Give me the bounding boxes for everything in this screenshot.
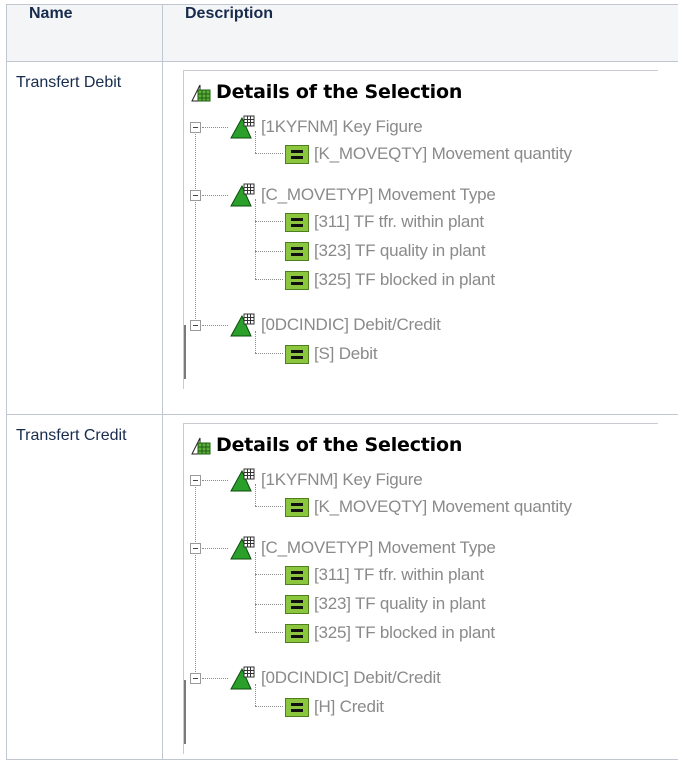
tree-node-characteristic[interactable]: [1KYFNM] Key Figure bbox=[230, 114, 423, 140]
tree-node-label: [325] TF blocked in plant bbox=[314, 623, 495, 643]
tree-node-label: [1KYFNM] Key Figure bbox=[261, 470, 423, 490]
tree-node-value[interactable]: [311] TF tfr. within plant bbox=[285, 209, 484, 235]
tree-node-value[interactable]: [K_MOVEQTY] Movement quantity bbox=[285, 494, 572, 520]
equals-icon bbox=[285, 271, 309, 290]
collapse-toggle[interactable] bbox=[190, 543, 201, 554]
selection-details-panel: Details of the Selection bbox=[183, 70, 658, 389]
selection-details-icon bbox=[190, 434, 212, 456]
tree-connector bbox=[255, 199, 256, 279]
tree-connector bbox=[202, 548, 228, 549]
table-row: Transfert Debit Details of the Selection bbox=[7, 62, 678, 415]
tree-node-value[interactable]: [323] TF quality in plant bbox=[285, 591, 485, 617]
tree-node-label: [S] Debit bbox=[314, 344, 377, 364]
tree-node-label: [0DCINDIC] Debit/Credit bbox=[261, 668, 441, 688]
equals-icon bbox=[285, 145, 309, 164]
tree-node-label: [325] TF blocked in plant bbox=[314, 270, 495, 290]
panel-title: Details of the Selection bbox=[190, 79, 462, 105]
tree-connector bbox=[195, 480, 196, 676]
triangle-grid-icon bbox=[230, 313, 256, 337]
tree-connector bbox=[255, 279, 283, 280]
tree-connector bbox=[255, 706, 283, 707]
triangle-grid-icon bbox=[230, 468, 256, 492]
tree-connector bbox=[202, 127, 228, 128]
tree-node-value[interactable]: [325] TF blocked in plant bbox=[285, 620, 495, 646]
tree-node-characteristic[interactable]: [1KYFNM] Key Figure bbox=[230, 467, 423, 493]
equals-icon bbox=[285, 698, 309, 717]
tree-node-label: [H] Credit bbox=[314, 697, 384, 717]
selection-tree: [1KYFNM] Key Figure [K_MOVEQTY] Movement… bbox=[184, 466, 658, 736]
selection-details-panel: Details of the Selection bbox=[183, 423, 658, 754]
tree-connector bbox=[255, 604, 283, 605]
tree-node-value[interactable]: [311] TF tfr. within plant bbox=[285, 562, 484, 588]
tree-connector bbox=[202, 195, 228, 196]
column-header-name: Name bbox=[7, 5, 163, 62]
tree-node-label: [0DCINDIC] Debit/Credit bbox=[261, 315, 441, 335]
tree-node-label: [1KYFNM] Key Figure bbox=[261, 117, 423, 137]
equals-icon bbox=[285, 242, 309, 261]
tree-node-label: [323] TF quality in plant bbox=[314, 594, 485, 614]
triangle-grid-icon bbox=[230, 666, 256, 690]
equals-icon bbox=[285, 566, 309, 585]
collapse-toggle[interactable] bbox=[190, 122, 201, 133]
tree-left-edge bbox=[184, 325, 186, 379]
tree-connector bbox=[255, 353, 283, 354]
panel-title-text: Details of the Selection bbox=[216, 81, 462, 103]
triangle-grid-icon bbox=[230, 115, 256, 139]
equals-icon bbox=[285, 345, 309, 364]
panel-title-text: Details of the Selection bbox=[216, 434, 462, 456]
tree-node-value[interactable]: [S] Debit bbox=[285, 341, 377, 367]
tree-node-label: [311] TF tfr. within plant bbox=[314, 565, 484, 585]
collapse-toggle[interactable] bbox=[190, 673, 201, 684]
collapse-toggle[interactable] bbox=[190, 320, 201, 331]
selection-details-icon bbox=[190, 81, 212, 103]
tree-connector bbox=[195, 127, 196, 323]
details-table: Name Description Transfert Debit bbox=[6, 4, 678, 760]
row-description: Details of the Selection bbox=[163, 62, 678, 415]
tree-connector bbox=[255, 552, 256, 632]
tree-node-label: [323] TF quality in plant bbox=[314, 241, 485, 261]
tree-node-characteristic[interactable]: [0DCINDIC] Debit/Credit bbox=[230, 665, 441, 691]
tree-node-characteristic[interactable]: [C_MOVETYP] Movement Type bbox=[230, 182, 496, 208]
equals-icon bbox=[285, 498, 309, 517]
tree-node-label: [K_MOVEQTY] Movement quantity bbox=[314, 144, 572, 164]
tree-node-value[interactable]: [H] Credit bbox=[285, 694, 384, 720]
tree-node-label: [K_MOVEQTY] Movement quantity bbox=[314, 497, 572, 517]
tree-node-value[interactable]: [325] TF blocked in plant bbox=[285, 267, 495, 293]
tree-left-edge bbox=[184, 680, 186, 744]
equals-icon bbox=[285, 595, 309, 614]
tree-node-label: [C_MOVETYP] Movement Type bbox=[261, 538, 496, 558]
collapse-toggle[interactable] bbox=[190, 190, 201, 201]
tree-connector bbox=[255, 221, 283, 222]
column-header-description: Description bbox=[163, 5, 678, 62]
collapse-toggle[interactable] bbox=[190, 475, 201, 486]
tree-node-value[interactable]: [K_MOVEQTY] Movement quantity bbox=[285, 141, 572, 167]
tree-node-value[interactable]: [323] TF quality in plant bbox=[285, 238, 485, 264]
equals-icon bbox=[285, 624, 309, 643]
table-row: Transfert Credit Details of the Selectio… bbox=[7, 415, 678, 760]
row-name: Transfert Debit bbox=[7, 62, 163, 415]
tree-connector bbox=[255, 574, 283, 575]
tree-connector bbox=[255, 632, 283, 633]
tree-node-characteristic[interactable]: [C_MOVETYP] Movement Type bbox=[230, 535, 496, 561]
triangle-grid-icon bbox=[230, 536, 256, 560]
equals-icon bbox=[285, 213, 309, 232]
table-header-row: Name Description bbox=[7, 5, 678, 62]
tree-connector bbox=[202, 480, 228, 481]
tree-connector bbox=[202, 325, 228, 326]
selection-tree: [1KYFNM] Key Figure [K_MOVEQTY] Movement… bbox=[184, 113, 658, 383]
row-name: Transfert Credit bbox=[7, 415, 163, 760]
tree-connector bbox=[255, 153, 283, 154]
tree-connector bbox=[255, 506, 283, 507]
tree-connector bbox=[202, 678, 228, 679]
tree-connector bbox=[255, 251, 283, 252]
tree-node-label: [C_MOVETYP] Movement Type bbox=[261, 185, 496, 205]
panel-title: Details of the Selection bbox=[190, 432, 462, 458]
tree-node-characteristic[interactable]: [0DCINDIC] Debit/Credit bbox=[230, 312, 441, 338]
triangle-grid-icon bbox=[230, 183, 256, 207]
row-description: Details of the Selection bbox=[163, 415, 678, 760]
tree-node-label: [311] TF tfr. within plant bbox=[314, 212, 484, 232]
